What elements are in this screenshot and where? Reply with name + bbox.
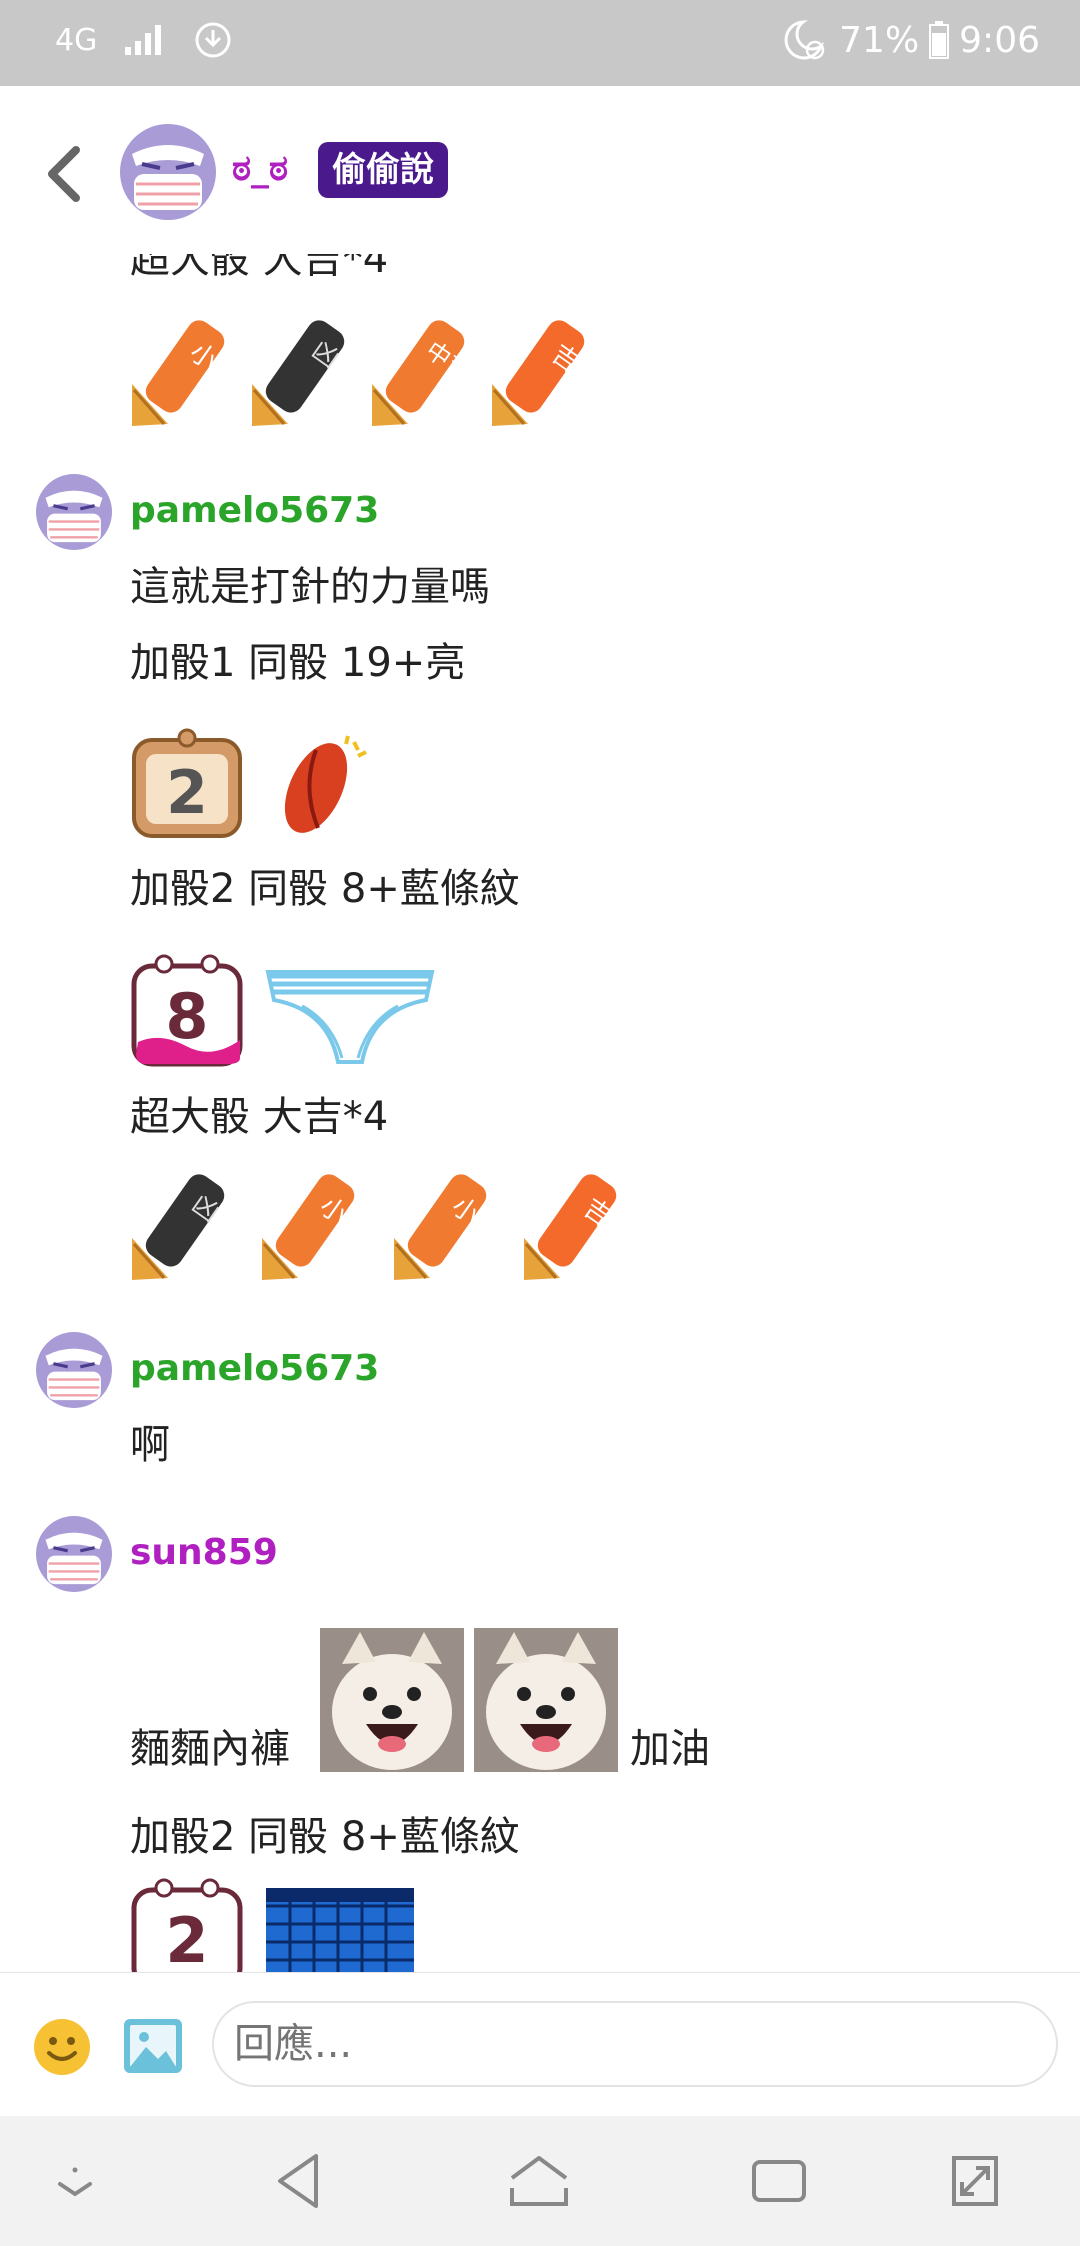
dice-number: 8 <box>165 980 209 1053</box>
message-text: 加骰2 同骰 8+藍條紋 <box>130 866 520 912</box>
avatar[interactable] <box>36 474 112 550</box>
status-bar: 4G 71% 9:06 <box>0 0 1080 86</box>
moon-alarm-icon <box>784 20 825 60</box>
dog-sticker-icon <box>320 1628 464 1772</box>
message-text: 加油 <box>630 1726 710 1772</box>
username[interactable]: pamelo5673 <box>130 1348 379 1389</box>
username[interactable]: sun859 <box>130 1532 278 1573</box>
battery-icon <box>929 21 950 59</box>
message-text: 加骰1 同骰 19+亮 <box>130 640 466 686</box>
fortune-lot-icon: 凶 <box>132 1174 225 1280</box>
message-text: 啊 <box>130 1422 170 1468</box>
message-text: 超大骰 大吉*4 <box>130 1094 389 1140</box>
avatar[interactable] <box>120 124 216 220</box>
dice-emoji-icon: 2 <box>130 1878 244 1972</box>
nav-back-icon[interactable] <box>264 2148 334 2214</box>
battery-percent: 71% <box>839 19 920 61</box>
fortune-lot-icon: 小吉 <box>394 1174 506 1280</box>
reply-input[interactable] <box>212 2001 1058 2087</box>
signal-icon <box>125 25 162 55</box>
nav-expand-icon[interactable] <box>940 2148 1010 2214</box>
message-text: 超大骰 大吉*4 <box>130 254 389 282</box>
dice-emoji-icon: 2 <box>130 728 244 840</box>
clock: 9:06 <box>959 19 1040 61</box>
bean-emoji-icon <box>284 735 367 833</box>
nav-recents-icon[interactable] <box>744 2148 814 2214</box>
chat-partner-name[interactable]: ಠ_ಠ <box>232 148 288 190</box>
message-text: 加骰2 同骰 8+藍條紋 <box>130 1814 520 1860</box>
message-text: 麵麵內褲 <box>130 1726 290 1772</box>
image-icon[interactable] <box>122 2017 184 2075</box>
download-icon <box>195 22 231 58</box>
chat-header: ಠ_ಠ 偷偷說 <box>0 86 1080 254</box>
dog-sticker-icon <box>474 1628 618 1772</box>
message-feed[interactable]: 超大骰 大吉*4 小吉 凶 中吉 吉 pamelo5673 這就是打針的力量嗎 … <box>0 254 1080 1972</box>
avatar[interactable] <box>36 1516 112 1592</box>
nav-down-icon[interactable] <box>40 2148 110 2214</box>
emoji-icon[interactable] <box>32 2017 92 2077</box>
dice-emoji-icon: 8 <box>130 954 244 1068</box>
fortune-lot-icon: 小吉 <box>262 1174 374 1280</box>
fortune-lot-icon: 凶 <box>252 320 345 426</box>
underwear-emoji-icon <box>265 970 435 1064</box>
fortune-lot-icon: 吉 <box>524 1174 617 1280</box>
avatar[interactable] <box>36 1332 112 1408</box>
shorts-emoji-icon <box>266 1888 414 1972</box>
network-indicator: 4G <box>55 22 98 58</box>
system-nav-bar <box>0 2116 1080 2246</box>
dice-number: 2 <box>166 758 208 828</box>
back-arrow-icon[interactable] <box>34 138 94 210</box>
message-text: 這就是打針的力量嗎 <box>130 564 490 610</box>
fortune-lot-icon: 小吉 <box>132 320 244 426</box>
nav-home-icon[interactable] <box>504 2148 574 2214</box>
dice-number: 2 <box>165 1904 209 1972</box>
anonymous-badge: 偷偷說 <box>318 142 448 198</box>
fortune-lot-icon: 中吉 <box>372 320 476 426</box>
fortune-lot-icon: 吉 <box>492 320 585 426</box>
username[interactable]: pamelo5673 <box>130 490 379 531</box>
reply-composer <box>0 1972 1080 2117</box>
